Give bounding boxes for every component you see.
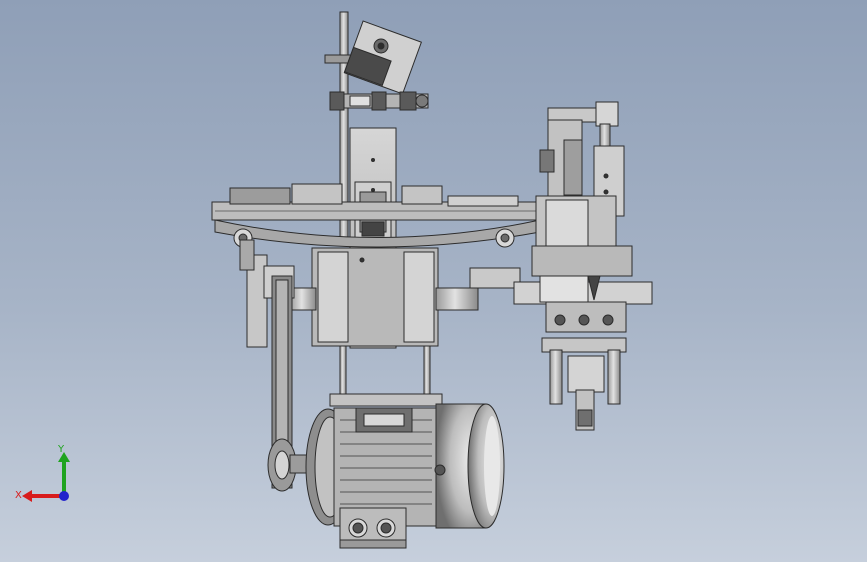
guide-rods xyxy=(329,345,443,407)
x-axis-arrowhead xyxy=(22,490,32,502)
y-axis-label: Y xyxy=(57,444,65,455)
bearing-housing xyxy=(289,247,479,347)
cad-viewport[interactable]: Y X xyxy=(0,0,867,562)
electric-motor xyxy=(305,403,505,549)
right-tool-head xyxy=(469,101,653,431)
origin-dot xyxy=(59,491,69,501)
left-belt-drive xyxy=(239,239,313,492)
x-axis-label: X xyxy=(15,490,22,501)
coordinate-triad-icon: Y X xyxy=(15,444,70,502)
assembly-model[interactable] xyxy=(0,0,867,562)
